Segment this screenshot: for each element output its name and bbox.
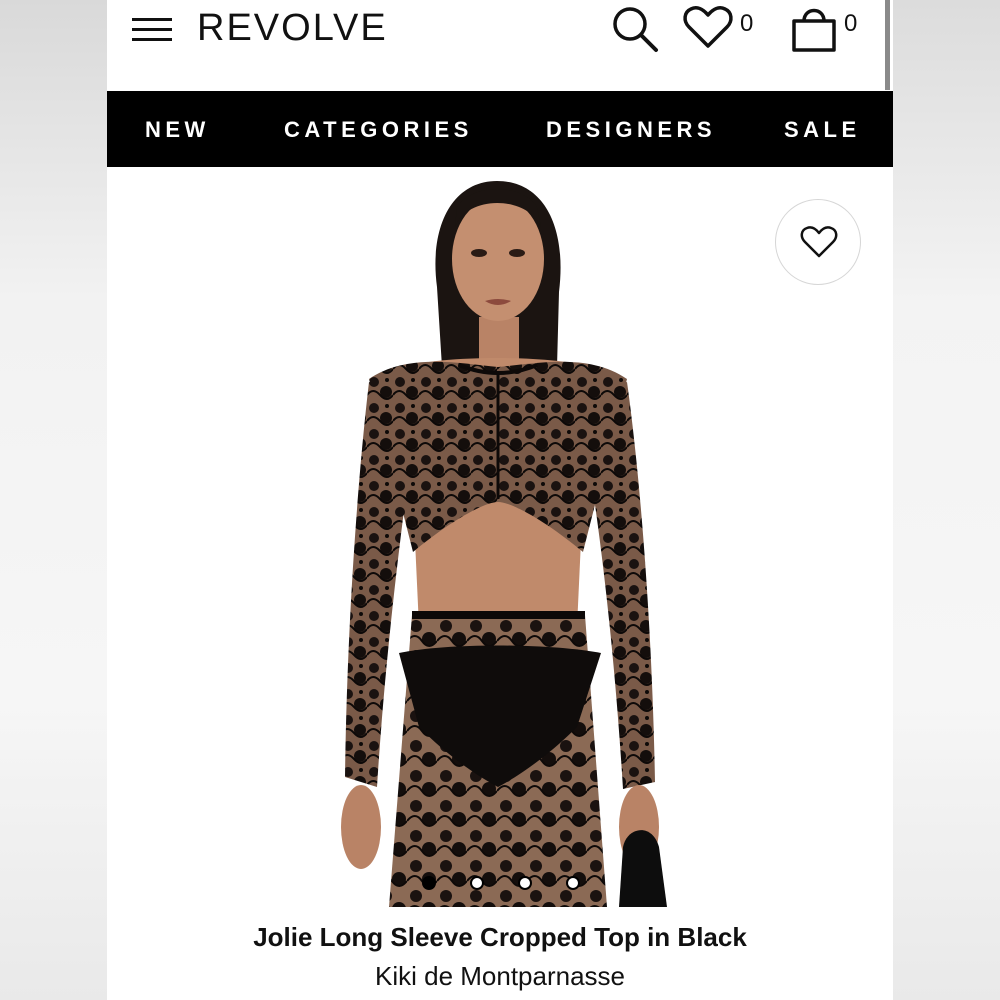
carousel-dot[interactable] — [422, 876, 436, 890]
scrollbar[interactable] — [885, 0, 890, 90]
logo[interactable]: REVOLVE — [197, 6, 388, 50]
product-title[interactable]: Jolie Long Sleeve Cropped Top in Black — [107, 918, 893, 956]
carousel-dot[interactable] — [470, 876, 484, 890]
main-nav: NEW CATEGORIES DESIGNERS SALE — [107, 91, 893, 167]
header: REVOLVE 0 0 — [107, 0, 893, 90]
carousel-dot[interactable] — [566, 876, 580, 890]
heart-icon — [800, 226, 838, 258]
right-backdrop — [893, 0, 1000, 1000]
nav-item-designers[interactable]: DESIGNERS — [546, 91, 716, 167]
nav-item-sale[interactable]: SALE — [784, 91, 861, 167]
favorite-button[interactable] — [775, 199, 861, 285]
carousel-dot[interactable] — [518, 876, 532, 890]
left-backdrop — [0, 0, 107, 1000]
wishlist-count: 0 — [740, 10, 754, 37]
nav-item-categories[interactable]: CATEGORIES — [284, 91, 473, 167]
heart-icon[interactable] — [682, 4, 734, 52]
product-image-carousel[interactable] — [107, 167, 893, 907]
product-photo — [341, 181, 667, 907]
carousel-dots — [107, 873, 893, 893]
mobile-page: REVOLVE 0 0 NEW CATEGORIES DESIGNERS SAL — [107, 0, 893, 1000]
nav-item-new[interactable]: NEW — [145, 91, 210, 167]
menu-icon[interactable] — [132, 18, 174, 44]
bag-count: 0 — [844, 10, 858, 37]
search-icon[interactable] — [610, 4, 662, 54]
bag-icon[interactable] — [789, 3, 839, 53]
product-brand[interactable]: Kiki de Montparnasse — [107, 957, 893, 995]
